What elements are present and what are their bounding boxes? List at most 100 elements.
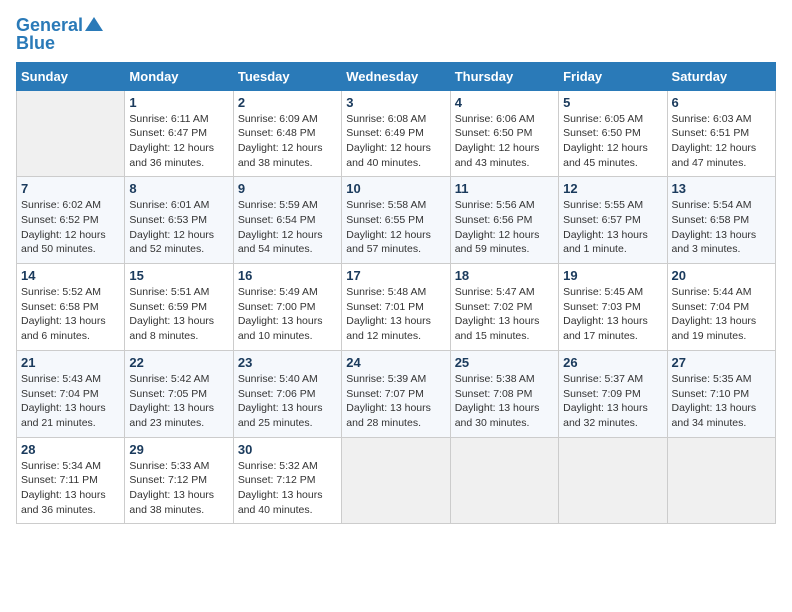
day-info: Sunrise: 5:34 AMSunset: 7:11 PMDaylight:… [21,459,120,518]
calendar-cell: 20 Sunrise: 5:44 AMSunset: 7:04 PMDayligh… [667,264,775,351]
day-info: Sunrise: 5:49 AMSunset: 7:00 PMDaylight:… [238,285,337,344]
calendar-cell: 22 Sunrise: 5:42 AMSunset: 7:05 PMDayligh… [125,350,233,437]
day-number: 19 [563,268,662,283]
day-info: Sunrise: 5:58 AMSunset: 6:55 PMDaylight:… [346,198,445,257]
day-number: 12 [563,181,662,196]
day-info: Sunrise: 6:08 AMSunset: 6:49 PMDaylight:… [346,112,445,171]
calendar-cell: 3 Sunrise: 6:08 AMSunset: 6:49 PMDaylight… [342,90,450,177]
day-number: 15 [129,268,228,283]
day-info: Sunrise: 5:48 AMSunset: 7:01 PMDaylight:… [346,285,445,344]
day-number: 7 [21,181,120,196]
day-info: Sunrise: 5:37 AMSunset: 7:09 PMDaylight:… [563,372,662,431]
calendar-cell: 1 Sunrise: 6:11 AMSunset: 6:47 PMDaylight… [125,90,233,177]
calendar-cell: 26 Sunrise: 5:37 AMSunset: 7:09 PMDayligh… [559,350,667,437]
calendar-cell: 25 Sunrise: 5:38 AMSunset: 7:08 PMDayligh… [450,350,558,437]
calendar-cell [559,437,667,524]
day-number: 10 [346,181,445,196]
day-info: Sunrise: 5:47 AMSunset: 7:02 PMDaylight:… [455,285,554,344]
day-number: 11 [455,181,554,196]
day-info: Sunrise: 5:51 AMSunset: 6:59 PMDaylight:… [129,285,228,344]
day-info: Sunrise: 5:45 AMSunset: 7:03 PMDaylight:… [563,285,662,344]
calendar-cell: 18 Sunrise: 5:47 AMSunset: 7:02 PMDayligh… [450,264,558,351]
logo-icon [85,15,103,33]
day-number: 28 [21,442,120,457]
day-number: 8 [129,181,228,196]
calendar-table: SundayMondayTuesdayWednesdayThursdayFrid… [16,62,776,525]
calendar-cell [450,437,558,524]
calendar-cell: 15 Sunrise: 5:51 AMSunset: 6:59 PMDayligh… [125,264,233,351]
day-info: Sunrise: 5:39 AMSunset: 7:07 PMDaylight:… [346,372,445,431]
day-number: 14 [21,268,120,283]
calendar-cell: 7 Sunrise: 6:02 AMSunset: 6:52 PMDaylight… [17,177,125,264]
day-number: 26 [563,355,662,370]
day-info: Sunrise: 6:06 AMSunset: 6:50 PMDaylight:… [455,112,554,171]
day-header-friday: Friday [559,62,667,90]
day-info: Sunrise: 5:52 AMSunset: 6:58 PMDaylight:… [21,285,120,344]
day-number: 5 [563,95,662,110]
calendar-cell: 29 Sunrise: 5:33 AMSunset: 7:12 PMDayligh… [125,437,233,524]
day-number: 29 [129,442,228,457]
day-info: Sunrise: 5:59 AMSunset: 6:54 PMDaylight:… [238,198,337,257]
day-header-wednesday: Wednesday [342,62,450,90]
day-number: 1 [129,95,228,110]
week-row-3: 14 Sunrise: 5:52 AMSunset: 6:58 PMDayligh… [17,264,776,351]
week-row-2: 7 Sunrise: 6:02 AMSunset: 6:52 PMDaylight… [17,177,776,264]
day-info: Sunrise: 6:11 AMSunset: 6:47 PMDaylight:… [129,112,228,171]
day-number: 30 [238,442,337,457]
day-info: Sunrise: 6:02 AMSunset: 6:52 PMDaylight:… [21,198,120,257]
day-number: 22 [129,355,228,370]
calendar-cell: 8 Sunrise: 6:01 AMSunset: 6:53 PMDaylight… [125,177,233,264]
day-info: Sunrise: 5:38 AMSunset: 7:08 PMDaylight:… [455,372,554,431]
day-info: Sunrise: 6:03 AMSunset: 6:51 PMDaylight:… [672,112,771,171]
calendar-cell: 12 Sunrise: 5:55 AMSunset: 6:57 PMDayligh… [559,177,667,264]
day-number: 13 [672,181,771,196]
day-info: Sunrise: 6:01 AMSunset: 6:53 PMDaylight:… [129,198,228,257]
calendar-cell: 9Sunrise: 5:59 AMSunset: 6:54 PMDaylight… [233,177,341,264]
day-info: Sunrise: 5:40 AMSunset: 7:06 PMDaylight:… [238,372,337,431]
calendar-cell: 19 Sunrise: 5:45 AMSunset: 7:03 PMDayligh… [559,264,667,351]
calendar-cell: 24 Sunrise: 5:39 AMSunset: 7:07 PMDayligh… [342,350,450,437]
day-header-tuesday: Tuesday [233,62,341,90]
day-number: 24 [346,355,445,370]
calendar-cell: 5Sunrise: 6:05 AMSunset: 6:50 PMDaylight… [559,90,667,177]
calendar-cell: 23Sunrise: 5:40 AMSunset: 7:06 PMDayligh… [233,350,341,437]
calendar-cell: 16 Sunrise: 5:49 AMSunset: 7:00 PMDayligh… [233,264,341,351]
calendar-cell: 2 Sunrise: 6:09 AMSunset: 6:48 PMDaylight… [233,90,341,177]
week-row-5: 28 Sunrise: 5:34 AMSunset: 7:11 PMDayligh… [17,437,776,524]
day-info: Sunrise: 5:35 AMSunset: 7:10 PMDaylight:… [672,372,771,431]
day-number: 16 [238,268,337,283]
day-info: Sunrise: 5:44 AMSunset: 7:04 PMDaylight:… [672,285,771,344]
calendar-cell: 10 Sunrise: 5:58 AMSunset: 6:55 PMDayligh… [342,177,450,264]
day-info: Sunrise: 6:09 AMSunset: 6:48 PMDaylight:… [238,112,337,171]
day-number: 27 [672,355,771,370]
week-row-4: 21 Sunrise: 5:43 AMSunset: 7:04 PMDayligh… [17,350,776,437]
calendar-cell: 13 Sunrise: 5:54 AMSunset: 6:58 PMDayligh… [667,177,775,264]
day-info: Sunrise: 5:54 AMSunset: 6:58 PMDaylight:… [672,198,771,257]
page-header: General Blue [16,16,776,54]
day-header-monday: Monday [125,62,233,90]
day-number: 20 [672,268,771,283]
calendar-cell [342,437,450,524]
day-info: Sunrise: 5:55 AMSunset: 6:57 PMDaylight:… [563,198,662,257]
day-info: Sunrise: 5:56 AMSunset: 6:56 PMDaylight:… [455,198,554,257]
calendar-cell: 21 Sunrise: 5:43 AMSunset: 7:04 PMDayligh… [17,350,125,437]
calendar-cell: 27 Sunrise: 5:35 AMSunset: 7:10 PMDayligh… [667,350,775,437]
day-header-thursday: Thursday [450,62,558,90]
logo-blue-text: Blue [16,34,55,54]
calendar-cell: 17Sunrise: 5:48 AMSunset: 7:01 PMDayligh… [342,264,450,351]
day-info: Sunrise: 5:33 AMSunset: 7:12 PMDaylight:… [129,459,228,518]
day-number: 2 [238,95,337,110]
calendar-cell: 14 Sunrise: 5:52 AMSunset: 6:58 PMDayligh… [17,264,125,351]
day-number: 25 [455,355,554,370]
day-number: 18 [455,268,554,283]
day-info: Sunrise: 5:42 AMSunset: 7:05 PMDaylight:… [129,372,228,431]
day-number: 3 [346,95,445,110]
calendar-cell [17,90,125,177]
day-number: 21 [21,355,120,370]
day-info: Sunrise: 5:32 AMSunset: 7:12 PMDaylight:… [238,459,337,518]
day-header-sunday: Sunday [17,62,125,90]
day-number: 4 [455,95,554,110]
days-header-row: SundayMondayTuesdayWednesdayThursdayFrid… [17,62,776,90]
day-info: Sunrise: 5:43 AMSunset: 7:04 PMDaylight:… [21,372,120,431]
calendar-cell: 4 Sunrise: 6:06 AMSunset: 6:50 PMDaylight… [450,90,558,177]
